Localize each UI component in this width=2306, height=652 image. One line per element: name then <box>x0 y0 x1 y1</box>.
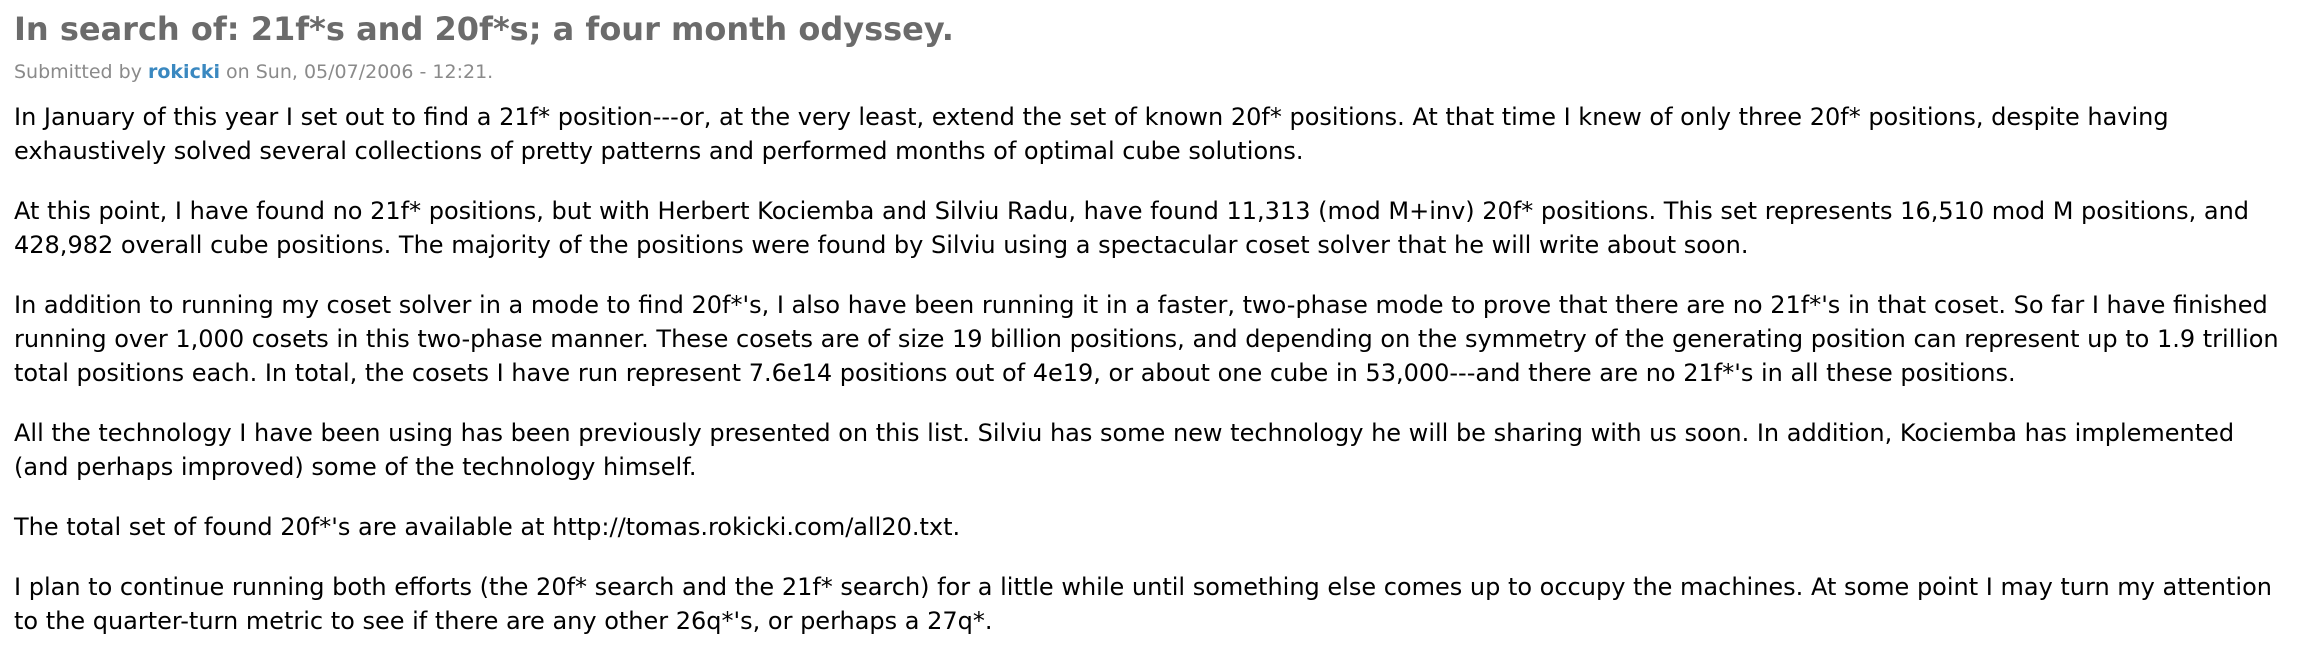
post-title[interactable]: In search of: 21f*s and 20f*s; a four mo… <box>14 8 2296 50</box>
author-link[interactable]: rokicki <box>148 61 220 83</box>
forum-post: In search of: 21f*s and 20f*s; a four mo… <box>0 0 2306 638</box>
post-paragraph: At this point, I have found no 21f* posi… <box>14 197 2250 259</box>
post-meta: Submitted by rokicki on Sun, 05/07/2006 … <box>14 60 2296 84</box>
post-paragraph: In addition to running my coset solver i… <box>14 291 2279 387</box>
post-paragraph: The total set of found 20f*'s are availa… <box>14 513 961 541</box>
post-date: Sun, 05/07/2006 - 12:21. <box>255 61 494 83</box>
submitted-on-label: on <box>226 61 250 83</box>
post-paragraph: In January of this year I set out to fin… <box>14 103 2169 165</box>
post-paragraph: I plan to continue running both efforts … <box>14 573 2272 635</box>
post-paragraph: All the technology I have been using has… <box>14 419 2235 481</box>
post-body: In January of this year I set out to fin… <box>14 100 2296 638</box>
submitted-by-label: Submitted by <box>14 61 142 83</box>
